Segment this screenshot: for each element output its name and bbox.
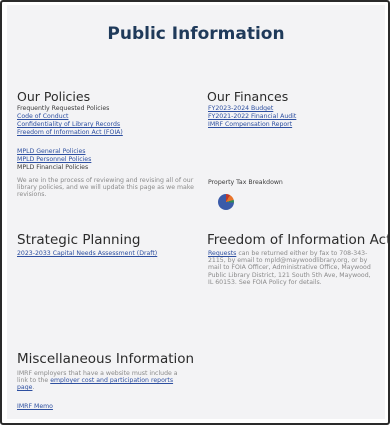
- capital-needs-link[interactable]: 2023-2033 Capital Needs Assessment (Draf…: [17, 250, 157, 257]
- foia-line: 2115, by email to mpld@maywoodlibrary.or…: [208, 257, 368, 265]
- page-content: Public Information Our Policies Frequent…: [7, 5, 388, 419]
- property-tax-pie-chart[interactable]: [218, 194, 234, 210]
- foia-line: mail to FOIA Officer, Administrative Off…: [208, 264, 371, 272]
- mpld-financial-policies-text: MPLD Financial Policies: [17, 164, 89, 171]
- mpld-personnel-policies-link[interactable]: MPLD Personnel Policies: [17, 156, 91, 163]
- foia-heading: Freedom of Information Act: [207, 232, 390, 248]
- budget-link[interactable]: FY2023-2024 Budget: [208, 105, 273, 112]
- policies-note: We are in the process of reviewing and r…: [17, 177, 194, 199]
- misc-paragraph: IMRF employers that have a website must …: [17, 370, 178, 392]
- employer-cost-report-link[interactable]: employer cost and participation reports: [50, 377, 173, 384]
- policies-subheading: Frequently Requested Policies: [17, 105, 110, 112]
- screenshot-frame: Public Information Our Policies Frequent…: [0, 0, 390, 425]
- foia-policy-link[interactable]: Freedom of Information Act (FOIA): [17, 129, 123, 136]
- misc-line: IMRF employers that have a website must …: [17, 370, 178, 377]
- property-tax-label: Property Tax Breakdown: [208, 179, 283, 186]
- page-title: Public Information: [107, 24, 285, 44]
- confidentiality-link[interactable]: Confidentiality of Library Records: [17, 121, 120, 128]
- misc-heading: Miscellaneous Information: [17, 351, 195, 367]
- employer-cost-report-page-link[interactable]: page: [17, 384, 32, 391]
- policies-note-line: We are in the process of reviewing and r…: [17, 177, 194, 184]
- finances-heading: Our Finances: [207, 89, 289, 104]
- imrf-compensation-link[interactable]: IMRF Compensation Report: [208, 121, 292, 128]
- policies-heading: Our Policies: [17, 89, 91, 104]
- mpld-general-policies-link[interactable]: MPLD General Policies: [17, 148, 86, 155]
- misc-line: link to the: [17, 377, 51, 385]
- foia-paragraph: Requests can be returned either by fax t…: [208, 250, 371, 286]
- planning-heading: Strategic Planning: [17, 232, 141, 248]
- policies-note-line: revisions.: [17, 191, 47, 199]
- code-of-conduct-link[interactable]: Code of Conduct: [17, 113, 68, 120]
- foia-line: IL 60153. See FOIA Policy for details.: [208, 278, 322, 286]
- policies-note-line: library policies, and we will update thi…: [17, 184, 194, 192]
- foia-line: can be returned either by fax to 708-343…: [236, 250, 368, 257]
- foia-line: Public Library District, 121 South 5th A…: [208, 271, 371, 279]
- foia-requests-link[interactable]: Requests: [208, 250, 236, 257]
- imrf-memo-link[interactable]: IMRF Memo: [17, 403, 53, 410]
- misc-line: .: [32, 384, 35, 392]
- financial-audit-link[interactable]: FY2021-2022 Financial Audit: [208, 113, 296, 120]
